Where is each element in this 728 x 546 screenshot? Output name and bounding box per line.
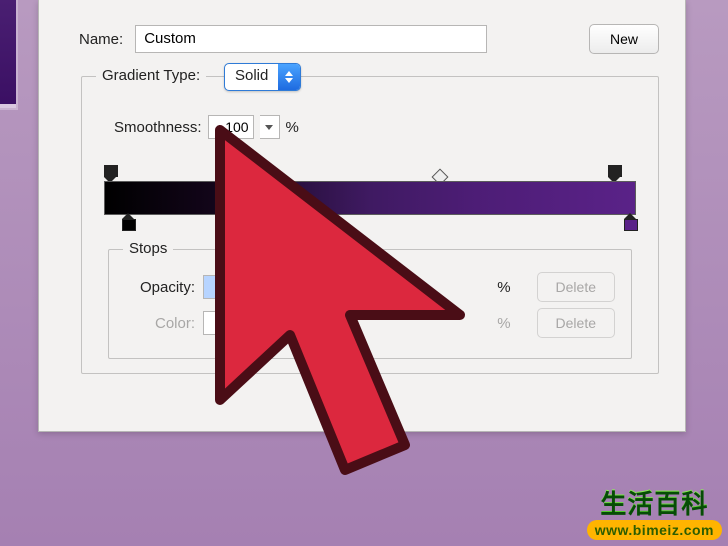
select-chevrons-icon	[278, 64, 300, 90]
color-stop-left[interactable]	[122, 213, 134, 229]
stops-group: Stops Opacity: % Delete Color: % Delete	[108, 249, 632, 359]
stops-label: Stops	[123, 240, 173, 257]
gradient-type-value: Solid	[225, 64, 278, 90]
opacity-stop-left[interactable]	[104, 165, 116, 179]
gradient-type-select[interactable]: Solid	[224, 63, 301, 91]
location-unit: %	[497, 315, 510, 332]
name-label: Name:	[79, 31, 123, 48]
name-row: Name: New	[39, 10, 685, 54]
opacity-input[interactable]	[203, 275, 249, 299]
gradient-type-label: Gradient Type:	[96, 67, 206, 84]
delete-opacity-stop-button: Delete	[537, 272, 615, 302]
opacity-label: Opacity:	[125, 279, 195, 296]
name-input[interactable]	[135, 25, 487, 53]
watermark-title: 生活百科	[587, 483, 722, 520]
watermark-url: www.bimeiz.com	[587, 520, 722, 540]
stops-opacity-row: Opacity: % Delete	[125, 272, 615, 302]
opacity-stop-right[interactable]	[608, 165, 620, 179]
gradient-preview-bar[interactable]	[104, 181, 636, 215]
smoothness-unit: %	[286, 119, 299, 136]
smoothness-row: Smoothness: %	[104, 115, 636, 139]
new-button[interactable]: New	[589, 24, 659, 54]
smoothness-stepper[interactable]	[260, 115, 280, 139]
watermark: 生活百科 www.bimeiz.com	[587, 483, 722, 540]
smoothness-input[interactable]	[208, 115, 254, 139]
gradient-settings-group: Gradient Type: Solid Smoothness: %	[81, 76, 659, 374]
gradient-bar-area	[104, 157, 636, 243]
chevron-down-icon	[265, 125, 273, 130]
color-label: Color:	[125, 315, 195, 332]
canvas-swatch-strip	[0, 0, 18, 110]
delete-color-stop-button: Delete	[537, 308, 615, 338]
color-stop-right[interactable]	[624, 213, 636, 229]
color-swatch-input[interactable]	[203, 311, 237, 335]
gradient-editor-panel: Name: New Gradient Type: Solid Smoothnes…	[38, 0, 686, 432]
smoothness-label: Smoothness:	[114, 119, 202, 136]
stops-color-row: Color: % Delete	[125, 308, 615, 338]
location-unit: %	[497, 279, 510, 296]
chevron-down-icon	[247, 320, 255, 326]
